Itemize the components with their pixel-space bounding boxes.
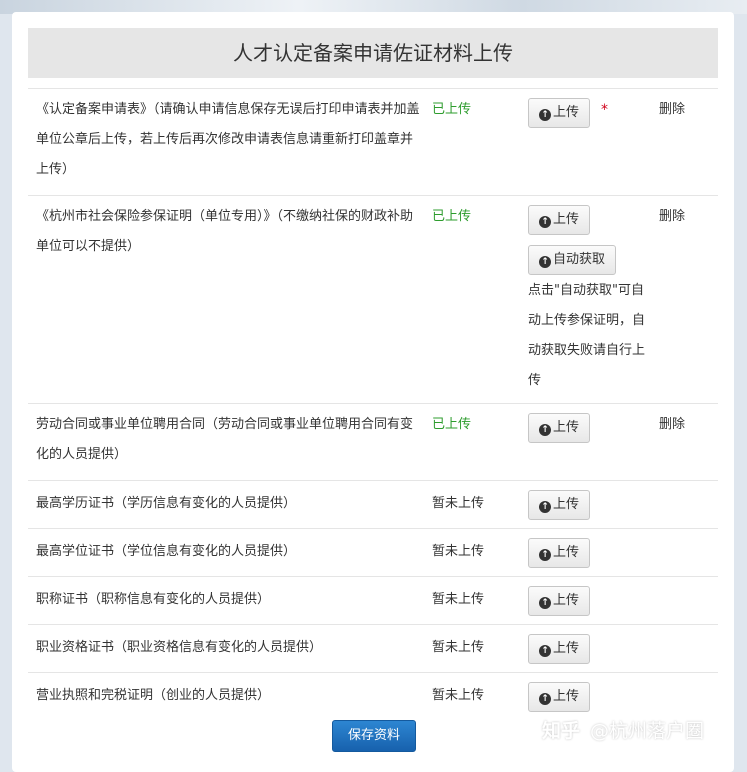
auto-fetch-button[interactable]: ↑ 自动获取 xyxy=(528,245,617,275)
arrow-up-circle-icon: ↑ xyxy=(539,501,551,513)
table-row: 营业执照和完税证明（创业的人员提供） 暂未上传 ↑ 上传 xyxy=(28,672,718,717)
material-description: 最高学历证书（学历信息有变化的人员提供） xyxy=(36,496,297,511)
delete-link[interactable]: 删除 xyxy=(659,202,685,232)
upload-button[interactable]: ↑ 上传 xyxy=(528,682,591,712)
table-row: 职称证书（职称信息有变化的人员提供） 暂未上传 ↑ 上传 xyxy=(28,576,718,625)
table-row: 最高学位证书（学位信息有变化的人员提供） 暂未上传 ↑ 上传 xyxy=(28,528,718,577)
page-title: 人才认定备案申请佐证材料上传 xyxy=(28,28,718,78)
material-description: 最高学位证书（学位信息有变化的人员提供） xyxy=(36,544,297,559)
upload-button[interactable]: ↑ 上传 xyxy=(528,413,591,443)
material-description: 《认定备案申请表》（请确认申请信息保存无误后打印申请表并加盖单位公章后上传，若上… xyxy=(36,102,420,177)
arrow-up-circle-icon: ↑ xyxy=(539,693,551,705)
upload-status: 已上传 xyxy=(432,209,472,224)
upload-status: 暂未上传 xyxy=(432,688,485,703)
upload-status: 暂未上传 xyxy=(432,544,485,559)
material-description: 职称证书（职称信息有变化的人员提供） xyxy=(36,592,271,607)
upload-button[interactable]: ↑ 上传 xyxy=(528,634,591,664)
upload-button-label: 上传 xyxy=(553,689,580,704)
upload-status: 已上传 xyxy=(432,417,472,432)
upload-button-label: 上传 xyxy=(553,593,580,608)
arrow-up-circle-icon: ↑ xyxy=(539,109,551,121)
upload-button[interactable]: ↑ 上传 xyxy=(528,538,591,568)
auto-fetch-button-label: 自动获取 xyxy=(553,252,606,267)
material-description: 职业资格证书（职业资格信息有变化的人员提供） xyxy=(36,640,323,655)
upload-button-label: 上传 xyxy=(553,497,580,512)
arrow-up-circle-icon: ↑ xyxy=(539,645,551,657)
upload-button-label: 上传 xyxy=(553,545,580,560)
material-description: 《杭州市社会保险参保证明（单位专用）》（不缴纳社保的财政补助单位可以不提供） xyxy=(36,209,414,254)
upload-button[interactable]: ↑ 上传 xyxy=(528,98,591,128)
watermark-site: 知乎 xyxy=(542,720,581,742)
arrow-up-circle-icon: ↑ xyxy=(539,549,551,561)
arrow-up-circle-icon: ↑ xyxy=(539,216,551,228)
required-mark: * xyxy=(601,102,608,118)
upload-status: 暂未上传 xyxy=(432,592,485,607)
upload-status: 暂未上传 xyxy=(432,496,485,511)
upload-button[interactable]: ↑ 上传 xyxy=(528,490,591,520)
arrow-up-circle-icon: ↑ xyxy=(539,597,551,609)
upload-button-label: 上传 xyxy=(553,212,580,227)
arrow-up-circle-icon: ↑ xyxy=(539,256,551,268)
save-button[interactable]: 保存资料 xyxy=(332,720,416,752)
delete-link[interactable]: 删除 xyxy=(659,95,685,125)
table-row: 劳动合同或事业单位聘用合同（劳动合同或事业单位聘用合同有变化的人员提供） 已上传… xyxy=(28,403,718,481)
arrow-up-circle-icon: ↑ xyxy=(539,424,551,436)
table-row: 职业资格证书（职业资格信息有变化的人员提供） 暂未上传 ↑ 上传 xyxy=(28,624,718,673)
auto-fetch-note: 点击"自动获取"可自动上传参保证明，自动获取失败请自行上传 xyxy=(528,283,646,388)
watermark-author: @杭州落户圈 xyxy=(590,720,705,742)
table-row: 《杭州市社会保险参保证明（单位专用）》（不缴纳社保的财政补助单位可以不提供） 已… xyxy=(28,195,718,404)
upload-button[interactable]: ↑ 上传 xyxy=(528,205,591,235)
table-row: 最高学历证书（学历信息有变化的人员提供） 暂未上传 ↑ 上传 xyxy=(28,480,718,529)
watermark: 知乎 @杭州落户圈 xyxy=(542,716,704,743)
upload-button-label: 上传 xyxy=(553,641,580,656)
delete-link[interactable]: 删除 xyxy=(659,410,685,440)
table-row: 《认定备案申请表》（请确认申请信息保存无误后打印申请表并加盖单位公章后上传，若上… xyxy=(28,88,718,196)
upload-button-label: 上传 xyxy=(553,105,580,120)
upload-button-label: 上传 xyxy=(553,420,580,435)
upload-button[interactable]: ↑ 上传 xyxy=(528,586,591,616)
material-description: 营业执照和完税证明（创业的人员提供） xyxy=(36,688,271,703)
upload-status: 已上传 xyxy=(432,102,472,117)
material-description: 劳动合同或事业单位聘用合同（劳动合同或事业单位聘用合同有变化的人员提供） xyxy=(36,417,414,462)
upload-status: 暂未上传 xyxy=(432,640,485,655)
